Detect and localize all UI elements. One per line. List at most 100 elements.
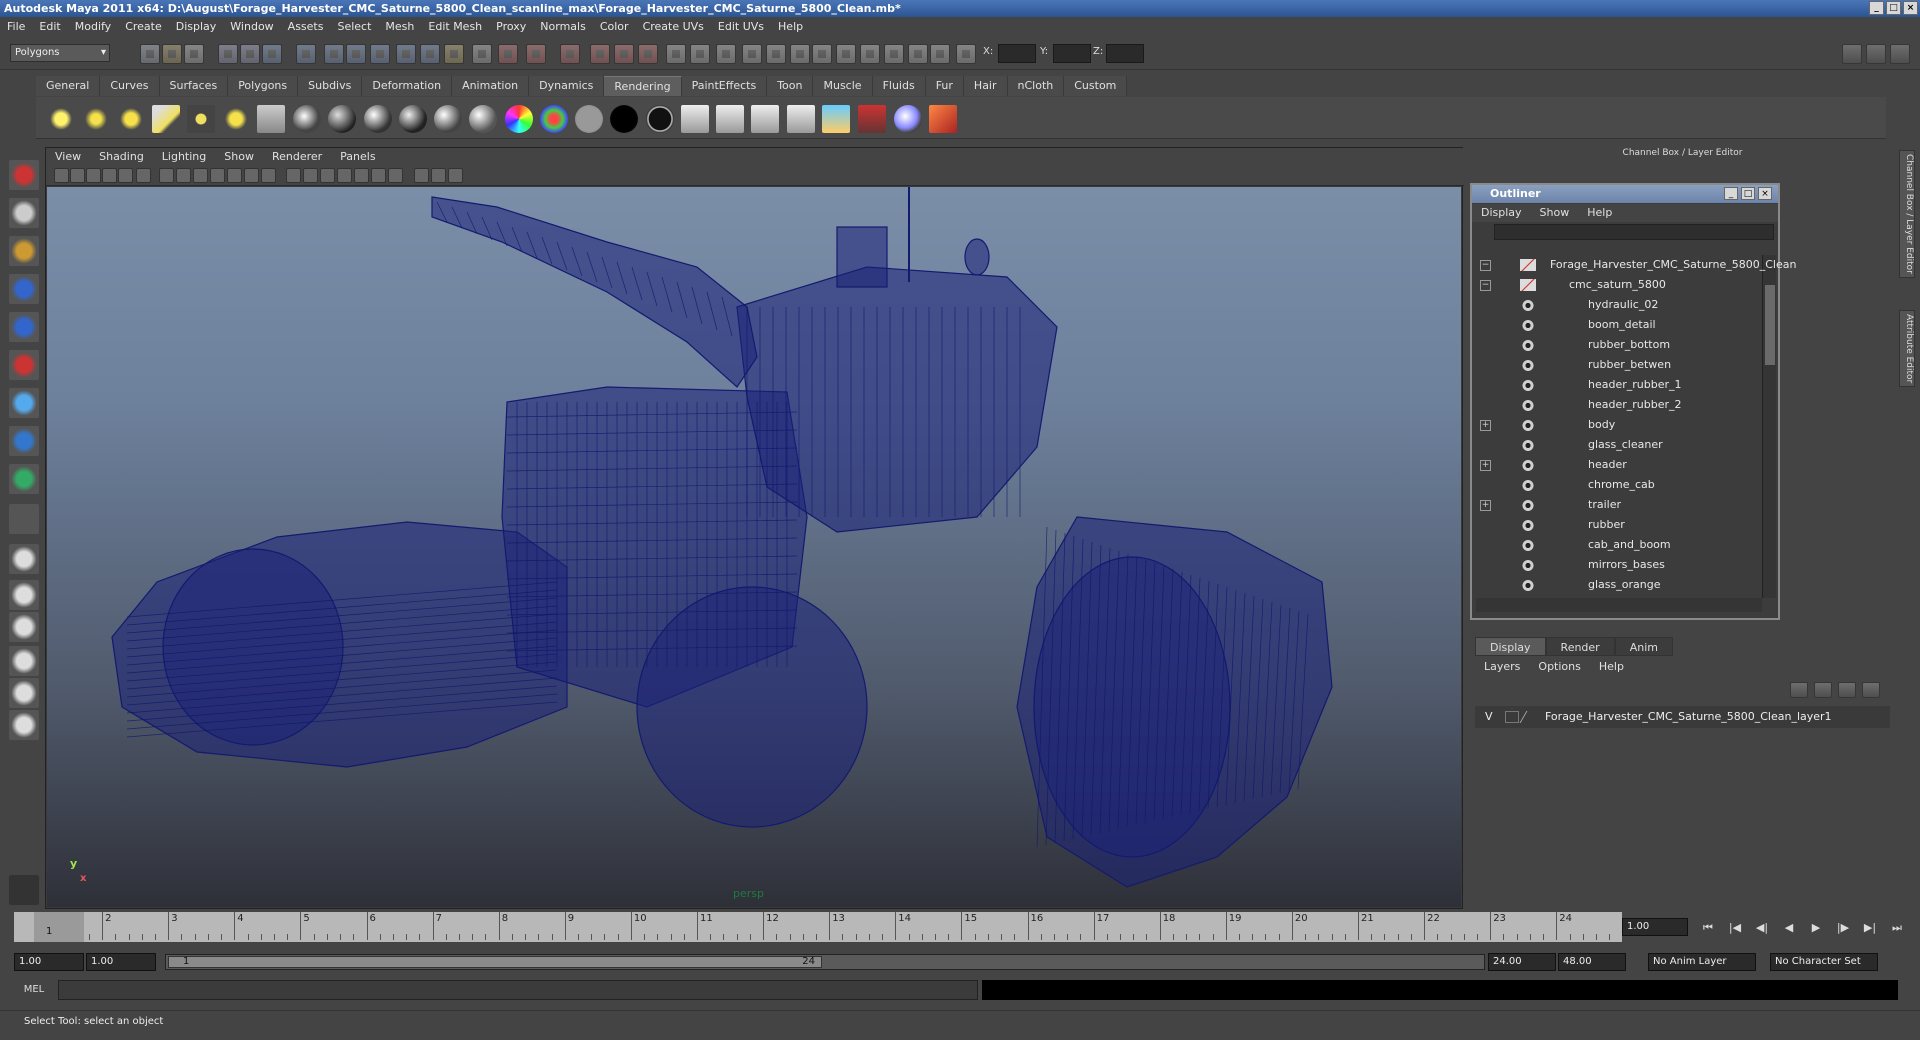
display-layer-row[interactable]: V Forage_Harvester_CMC_Saturne_5800_Clea…	[1475, 706, 1890, 728]
outliner-horizontal-scrollbar[interactable]	[1476, 598, 1762, 612]
layer-color-swatch[interactable]	[1519, 711, 1539, 723]
viewport-tool-icon[interactable]	[227, 168, 242, 183]
anisotropic-icon[interactable]	[469, 105, 497, 133]
status-tool-icon[interactable]	[324, 44, 344, 64]
shelf-tab-surfaces[interactable]: Surfaces	[159, 76, 229, 96]
shelf-tab-fluids[interactable]: Fluids	[872, 76, 926, 96]
layer-menu-options[interactable]: Options	[1529, 658, 1589, 676]
toolbox-options-icon[interactable]	[9, 875, 39, 905]
step-back-key-icon[interactable]: |◀	[1725, 921, 1745, 935]
rotate-tool-icon[interactable]	[9, 312, 39, 342]
shelf-tab-curves[interactable]: Curves	[100, 76, 160, 96]
time-slider[interactable]: 1234567891011121314151617181920212223241	[14, 912, 1622, 942]
shelf-tab-deformation[interactable]: Deformation	[362, 76, 453, 96]
status-tool-icon[interactable]	[346, 44, 366, 64]
perspective-viewport[interactable]: View Shading Lighting Show Renderer Panels	[45, 147, 1464, 909]
layer-tab-anim[interactable]: Anim	[1614, 637, 1673, 656]
phongE-icon[interactable]	[434, 105, 462, 133]
layer-visibility-toggle[interactable]: V	[1485, 706, 1493, 728]
batch-render-icon[interactable]	[751, 105, 779, 133]
single-perspective-icon[interactable]	[9, 544, 39, 574]
viewport-tool-icon[interactable]	[261, 168, 276, 183]
viewport-tool-icon[interactable]	[414, 168, 429, 183]
menuset-dropdown[interactable]: Polygons ▾	[10, 44, 110, 62]
outliner-item[interactable]: chrome_cab	[1472, 475, 1762, 495]
panel-layout-icon[interactable]	[1842, 44, 1862, 64]
layer-tab-render[interactable]: Render	[1545, 637, 1615, 656]
outliner-item[interactable]: rubber_betwen	[1472, 355, 1762, 375]
layer-menu-help[interactable]: Help	[1590, 658, 1633, 676]
status-tool-icon[interactable]	[140, 44, 160, 64]
use-background-icon[interactable]	[610, 105, 638, 133]
viewport-menu-renderer[interactable]: Renderer	[263, 148, 331, 166]
outliner-item[interactable]: + body	[1472, 415, 1762, 435]
viewport-menu-panels[interactable]: Panels	[331, 148, 384, 166]
outliner-item[interactable]: − Forage_Harvester_CMC_Saturne_5800_Clean	[1472, 255, 1796, 275]
point-light-icon[interactable]	[117, 105, 145, 133]
viewport-tool-icon[interactable]	[102, 168, 117, 183]
shading-map-icon[interactable]	[646, 105, 674, 133]
viewport-tool-icon[interactable]	[54, 168, 69, 183]
menu-edit-uvs[interactable]: Edit UVs	[711, 17, 771, 37]
status-tool-icon[interactable]	[666, 44, 686, 64]
move-tool-icon[interactable]	[9, 274, 39, 304]
step-forward-frame-icon[interactable]: |▶	[1833, 921, 1853, 935]
viewport-tool-icon[interactable]	[193, 168, 208, 183]
status-tool-icon[interactable]	[638, 44, 658, 64]
viewport-tool-icon[interactable]	[176, 168, 191, 183]
expand-toggle-icon[interactable]: +	[1480, 500, 1491, 511]
viewport-menu-lighting[interactable]: Lighting	[153, 148, 215, 166]
camera-icon[interactable]	[257, 105, 285, 133]
go-to-start-icon[interactable]: ⏮	[1698, 921, 1718, 935]
status-tool-icon[interactable]	[444, 44, 464, 64]
outliner-item[interactable]: header_rubber_1	[1472, 375, 1762, 395]
menu-window[interactable]: Window	[223, 17, 280, 37]
new-layer-icon[interactable]	[1790, 682, 1808, 698]
layered-shader-icon[interactable]	[540, 105, 568, 133]
viewport-tool-icon[interactable]	[320, 168, 335, 183]
directional-light-icon[interactable]	[82, 105, 110, 133]
range-slider-thumb[interactable]: 1 24	[168, 956, 822, 968]
status-tool-icon[interactable]	[526, 44, 546, 64]
phong-icon[interactable]	[399, 105, 427, 133]
menu-edit[interactable]: Edit	[32, 17, 67, 37]
shelf-tab-muscle[interactable]: Muscle	[813, 76, 873, 96]
shelf-tab-painteffects[interactable]: PaintEffects	[681, 76, 768, 96]
command-input[interactable]	[58, 980, 978, 1000]
shelf-tab-general[interactable]: General	[36, 76, 101, 96]
status-tool-icon[interactable]	[860, 44, 880, 64]
viewport-tool-icon[interactable]	[244, 168, 259, 183]
scale-tool-icon[interactable]	[9, 350, 39, 380]
persp-graph-hyper-icon[interactable]	[9, 710, 39, 740]
soft-mod-icon[interactable]	[9, 426, 39, 456]
viewport-tool-icon[interactable]	[86, 168, 101, 183]
close-button[interactable]: ×	[1903, 1, 1918, 15]
status-tool-icon[interactable]	[812, 44, 832, 64]
lambert-icon[interactable]	[328, 105, 356, 133]
shelf-tab-toon[interactable]: Toon	[767, 76, 814, 96]
persp-outliner-icon[interactable]	[9, 612, 39, 642]
status-tool-icon[interactable]	[836, 44, 856, 64]
viewport-menu-show[interactable]: Show	[215, 148, 263, 166]
shelf-tab-polygons[interactable]: Polygons	[228, 76, 299, 96]
render-settings-icon[interactable]	[787, 105, 815, 133]
menu-display[interactable]: Display	[169, 17, 224, 37]
viewport-tool-icon[interactable]	[337, 168, 352, 183]
outliner-item[interactable]: glass_cleaner	[1472, 435, 1762, 455]
play-forward-icon[interactable]: ▶	[1806, 921, 1826, 935]
viewport-tool-icon[interactable]	[118, 168, 133, 183]
outliner-item[interactable]: − cmc_saturn_5800	[1472, 275, 1762, 295]
status-tool-icon[interactable]	[162, 44, 182, 64]
status-tool-icon[interactable]	[420, 44, 440, 64]
outliner-vertical-scrollbar[interactable]	[1762, 255, 1776, 598]
status-tool-icon[interactable]	[884, 44, 904, 64]
menu-create-uvs[interactable]: Create UVs	[636, 17, 711, 37]
z-coord-field[interactable]	[1106, 44, 1144, 63]
status-tool-icon[interactable]	[240, 44, 260, 64]
viewport-tool-icon[interactable]	[448, 168, 463, 183]
outliner-menu-help[interactable]: Help	[1578, 204, 1621, 222]
status-tool-icon[interactable]	[690, 44, 710, 64]
current-time-marker[interactable]: 1	[34, 912, 84, 942]
step-back-frame-icon[interactable]: ◀|	[1752, 921, 1772, 935]
light-linking-icon[interactable]	[894, 105, 922, 133]
